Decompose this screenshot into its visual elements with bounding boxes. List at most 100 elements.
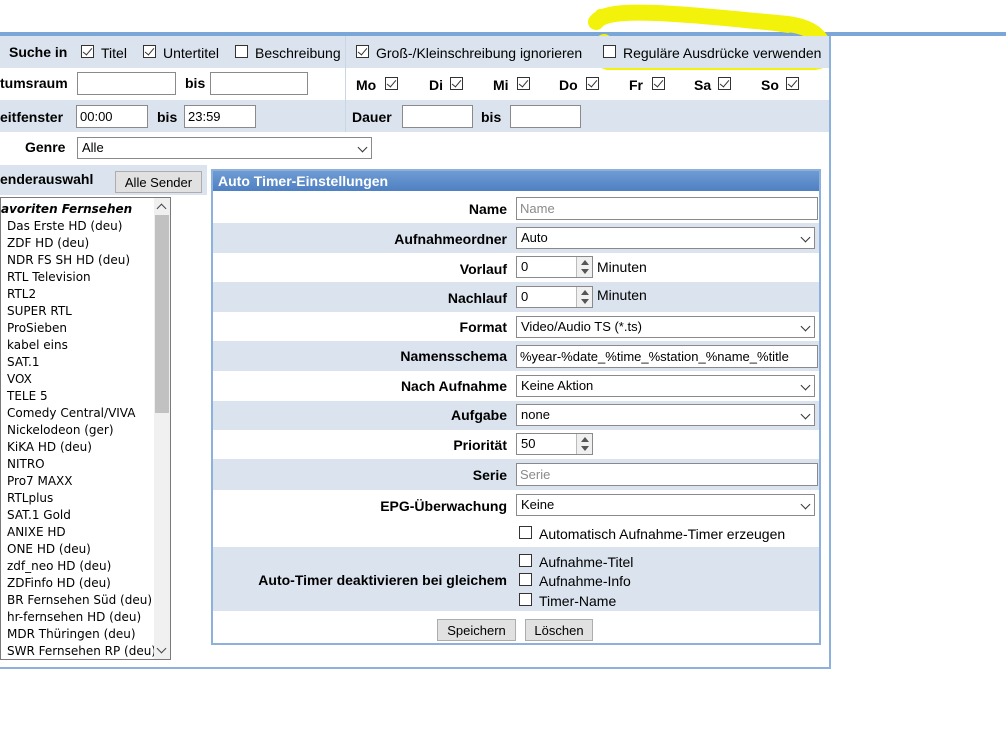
channel-list-item[interactable]: RTLplus (7, 491, 53, 505)
caret-down-icon[interactable] (581, 446, 589, 451)
task-label: Aufgabe (451, 407, 507, 423)
naming-input[interactable] (516, 345, 818, 368)
delete-button[interactable]: Löschen (525, 619, 593, 641)
regex-checkbox[interactable] (603, 45, 616, 58)
duration-to-input[interactable] (510, 105, 581, 128)
deactivate-row: Auto-Timer deaktivieren bei gleichem Auf… (213, 547, 819, 611)
channel-listbox[interactable]: avoriten Fernsehen Das Erste HD (deu) ZDF… (0, 197, 171, 660)
time-to-label: bis (157, 109, 178, 125)
chevron-down-icon (800, 321, 811, 332)
pre-stepper[interactable]: 0 (516, 256, 593, 278)
post-row: Nachlauf 0 Minuten (213, 282, 819, 312)
name-label: Name (468, 201, 507, 217)
channel-list-item[interactable]: Pro7 MAXX (7, 474, 73, 488)
search-title-checkbox[interactable] (81, 45, 94, 58)
format-select[interactable]: Video/Audio TS (*.ts) (516, 316, 815, 338)
weekday-fr-checkbox[interactable] (652, 77, 665, 90)
epg-row: EPG-Überwachung Keine (213, 490, 819, 520)
channel-list-item[interactable]: Nickelodeon (ger) (7, 423, 114, 437)
channel-list-item[interactable]: BR Fernsehen Süd (deu) (7, 593, 152, 607)
channel-list-item[interactable]: KiKA HD (deu) (7, 440, 92, 454)
folder-select-value: Auto (521, 230, 548, 245)
epg-select[interactable]: Keine (516, 494, 815, 516)
channel-list-item[interactable]: ONE HD (deu) (7, 542, 91, 556)
epg-select-value: Keine (521, 497, 555, 512)
channel-list-item[interactable]: zdf_neo HD (deu) (7, 559, 111, 573)
channel-list-item[interactable]: RTL2 (7, 287, 36, 301)
time-from-input[interactable] (76, 105, 148, 128)
deactivate-name-checkbox[interactable] (519, 593, 532, 606)
weekday-sa-checkbox[interactable] (718, 77, 731, 90)
search-subtitle-checkbox[interactable] (143, 45, 156, 58)
channel-list-item[interactable]: kabel eins (7, 338, 68, 352)
priority-stepper[interactable]: 50 (516, 433, 593, 455)
channel-list-item[interactable]: hr-fernsehen HD (deu) (7, 610, 141, 624)
epg-label: EPG-Überwachung (380, 498, 507, 514)
ignore-case-checkbox[interactable] (356, 45, 369, 58)
channel-scrollbar[interactable] (154, 198, 170, 659)
task-select-value: none (521, 407, 550, 422)
weekday-mi-label: Mi (493, 77, 509, 93)
channel-list-item[interactable]: VOX (7, 372, 32, 386)
search-title-label: Titel (101, 45, 127, 61)
scroll-thumb[interactable] (155, 215, 169, 413)
channel-list-item[interactable]: Das Erste HD (deu) (7, 219, 122, 233)
channel-list-item[interactable]: SWR Fernsehen RP (deu) (7, 644, 156, 658)
ignore-case-label: Groß-/Kleinschreibung ignorieren (376, 45, 583, 61)
series-input[interactable] (516, 463, 818, 486)
duration-from-input[interactable] (402, 105, 473, 128)
channel-list-item[interactable]: RTL Television (7, 270, 91, 284)
deactivate-title-checkbox[interactable] (519, 554, 532, 567)
task-select[interactable]: none (516, 404, 815, 426)
genre-label: Genre (25, 139, 66, 155)
weekday-do-label: Do (559, 77, 578, 93)
date-from-input[interactable] (77, 72, 176, 95)
name-input[interactable] (516, 197, 818, 220)
after-select[interactable]: Keine Aktion (516, 375, 815, 397)
deactivate-info-checkbox[interactable] (519, 573, 532, 586)
priority-label: Priorität (453, 437, 507, 453)
channel-list-item[interactable]: ANIXE HD (7, 525, 66, 539)
weekday-sa-label: Sa (694, 77, 712, 93)
search-label: Suche in (9, 44, 68, 60)
channel-list-item[interactable]: TELE 5 (7, 389, 48, 403)
save-button[interactable]: Speichern (437, 619, 516, 641)
column-separator-2 (345, 100, 346, 132)
stepper-arrows[interactable] (576, 434, 592, 454)
caret-up-icon[interactable] (581, 437, 589, 442)
weekday-di-checkbox[interactable] (450, 77, 463, 90)
auto-create-checkbox[interactable] (519, 526, 532, 539)
format-label: Format (459, 319, 507, 335)
channel-list-item[interactable]: MDR Thüringen (deu) (7, 627, 136, 641)
genre-select[interactable]: Alle (77, 137, 372, 159)
priority-value: 50 (521, 436, 536, 451)
post-stepper[interactable]: 0 (516, 286, 593, 308)
scroll-up-icon[interactable] (156, 203, 167, 214)
all-channels-button[interactable]: Alle Sender (115, 171, 202, 193)
caret-up-icon[interactable] (581, 290, 589, 295)
scroll-down-icon[interactable] (156, 643, 167, 654)
channel-list-item[interactable]: ZDFinfo HD (deu) (7, 576, 111, 590)
weekday-do-checkbox[interactable] (586, 77, 599, 90)
caret-up-icon[interactable] (581, 260, 589, 265)
weekday-so-checkbox[interactable] (786, 77, 799, 90)
channel-list-item[interactable]: SAT.1 (7, 355, 39, 369)
channel-list-item[interactable]: Comedy Central/VIVA (7, 406, 135, 420)
weekday-mi-checkbox[interactable] (517, 77, 530, 90)
folder-select[interactable]: Auto (516, 227, 815, 249)
time-to-input[interactable] (184, 105, 256, 128)
channel-list-item[interactable]: ProSieben (7, 321, 67, 335)
channel-list-item[interactable]: ZDF HD (deu) (7, 236, 89, 250)
weekday-mo-checkbox[interactable] (385, 77, 398, 90)
channel-list-item[interactable]: NDR FS SH HD (deu) (7, 253, 130, 267)
caret-down-icon[interactable] (581, 299, 589, 304)
channel-list-item[interactable]: SAT.1 Gold (7, 508, 71, 522)
search-description-checkbox[interactable] (235, 45, 248, 58)
channel-list-item[interactable]: SUPER RTL (7, 304, 72, 318)
date-to-input[interactable] (210, 72, 308, 95)
stepper-arrows[interactable] (576, 287, 592, 307)
stepper-arrows[interactable] (576, 257, 592, 277)
caret-down-icon[interactable] (581, 269, 589, 274)
post-label: Nachlauf (447, 290, 507, 306)
channel-list-item[interactable]: NITRO (7, 457, 45, 471)
